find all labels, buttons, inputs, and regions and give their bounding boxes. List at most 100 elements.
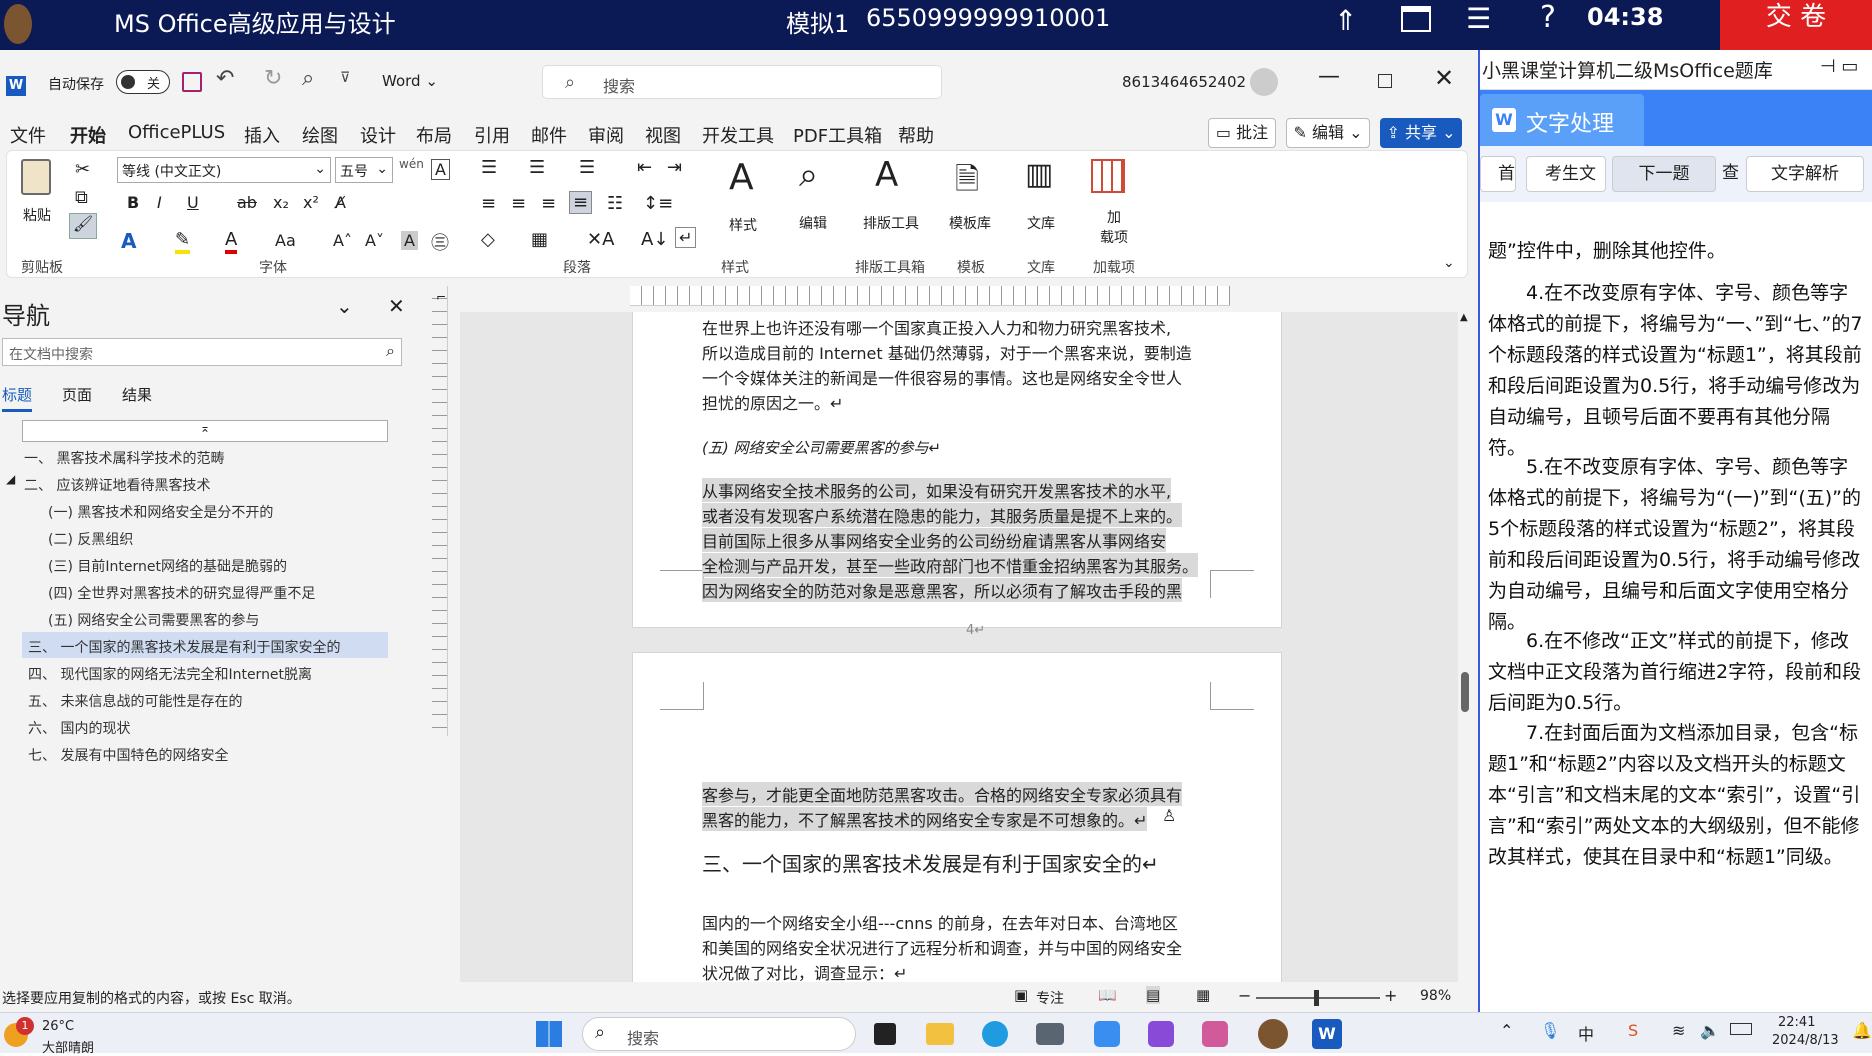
nav-tab-pages[interactable]: 页面 bbox=[62, 384, 92, 405]
zoom-level[interactable]: 98% bbox=[1420, 988, 1451, 1004]
search-icon[interactable]: ⌕ bbox=[302, 66, 314, 91]
bullets-icon[interactable]: ☰ bbox=[481, 157, 497, 178]
doc-heading-5[interactable]: (五) 网络安全公司需要黑客的参与↵ bbox=[702, 437, 941, 458]
focus-mode-icon[interactable]: ▣ bbox=[1014, 986, 1028, 1004]
doc-text-line[interactable]: 和美国的网络安全状况进行了远程分析和调查，并与中国的网络安全 bbox=[702, 935, 1182, 959]
start-button-icon[interactable] bbox=[536, 1021, 562, 1047]
layout-tool-icon[interactable]: A bbox=[875, 155, 898, 195]
justify-icon[interactable]: ≡ bbox=[569, 191, 593, 214]
doc-text-line[interactable]: 状况做了对比，调查显示：↵ bbox=[702, 960, 907, 984]
nav-search-icon[interactable]: ⌕ bbox=[386, 341, 395, 361]
notification-bell-icon[interactable]: 🔔 bbox=[1852, 1021, 1872, 1040]
clock-time[interactable]: 22:41 bbox=[1778, 1015, 1815, 1030]
shading-icon[interactable]: ◇ bbox=[481, 229, 495, 250]
tab-draw[interactable]: 绘图 bbox=[302, 122, 338, 148]
bold-icon[interactable]: B bbox=[127, 193, 139, 212]
doc-selected-line[interactable]: 目前国际上很多从事网络安全业务的公司纷纷雇请黑客从事网络安 bbox=[702, 528, 1167, 552]
shrink-font-icon[interactable]: A˅ bbox=[365, 231, 384, 250]
underline-icon[interactable]: U bbox=[187, 193, 199, 212]
close-icon[interactable]: ✕ bbox=[1434, 64, 1454, 92]
volume-icon[interactable]: 🔈 bbox=[1700, 1021, 1720, 1040]
subscript-icon[interactable]: x₂ bbox=[273, 193, 289, 212]
app-name-dropdown[interactable]: Word ⌄ bbox=[382, 72, 438, 90]
nav-subheading-2[interactable]: (二) 反黑组织 bbox=[48, 529, 133, 549]
decrease-indent-icon[interactable]: ⇤ bbox=[637, 157, 652, 178]
italic-icon[interactable]: I bbox=[157, 193, 162, 212]
wifi-icon[interactable]: ≋ bbox=[1672, 1021, 1685, 1040]
camera-icon[interactable] bbox=[1036, 1023, 1064, 1045]
align-center-icon[interactable]: ≡ bbox=[511, 193, 526, 214]
autosave-toggle[interactable]: 关 bbox=[116, 70, 170, 94]
nav-heading-2[interactable]: 二、 应该辨证地看待黑客技术 bbox=[24, 475, 210, 495]
window-icon[interactable] bbox=[1401, 6, 1431, 32]
show-marks-icon[interactable]: ↵ bbox=[675, 227, 697, 248]
share-button[interactable]: ⇪ 共享 ⌄ bbox=[1380, 118, 1462, 148]
sort-icon[interactable]: A↓ bbox=[641, 229, 668, 250]
edge-icon[interactable] bbox=[982, 1021, 1008, 1047]
zoom-slider[interactable] bbox=[1256, 990, 1380, 1006]
nav-options-icon[interactable]: ⌄ bbox=[336, 294, 353, 318]
tab-developer[interactable]: 开发工具 bbox=[702, 122, 774, 148]
doc-selected-line[interactable]: 因为网络安全的防范对象是恶意黑客，所以必须有了解攻击手段的黑 bbox=[702, 578, 1183, 602]
phonetic-guide-icon[interactable]: wén bbox=[399, 157, 424, 171]
tab-selector[interactable]: ⌐ bbox=[436, 290, 446, 304]
align-left-icon[interactable]: ≡ bbox=[481, 193, 496, 214]
nav-heading-4[interactable]: 四、 现代国家的网络无法完全和Internet脱离 bbox=[28, 664, 312, 684]
task-view-icon[interactable] bbox=[874, 1023, 896, 1045]
nav-heading-5[interactable]: 五、 未来信息战的可能性是存在的 bbox=[28, 691, 242, 711]
copy-icon[interactable]: ⧉ bbox=[75, 187, 88, 208]
title-search-box[interactable]: ⌕ 搜索 bbox=[542, 65, 942, 99]
align-right-icon[interactable]: ≡ bbox=[541, 193, 556, 214]
borders-icon[interactable]: ▦ bbox=[531, 229, 548, 250]
cut-icon[interactable]: ✂ bbox=[75, 159, 90, 180]
tab-mailings[interactable]: 邮件 bbox=[531, 122, 567, 148]
zoom-in-icon[interactable]: + bbox=[1384, 986, 1397, 1005]
app-avatar-icon[interactable] bbox=[1258, 1019, 1288, 1049]
paste-icon[interactable] bbox=[21, 159, 51, 195]
chinese-layout-icon[interactable]: ✕A bbox=[587, 229, 614, 250]
vertical-scrollbar[interactable]: ▲ ▼ bbox=[1458, 312, 1472, 1002]
edit-label[interactable]: 编辑 bbox=[799, 213, 827, 233]
distributed-icon[interactable]: ☷ bbox=[607, 193, 623, 214]
focus-label[interactable]: 专注 bbox=[1036, 988, 1064, 1008]
user-avatar[interactable] bbox=[1250, 68, 1278, 96]
template-icon[interactable]: 🗎 bbox=[955, 157, 979, 208]
grow-font-icon[interactable]: A˄ bbox=[333, 231, 352, 250]
zoom-out-icon[interactable]: − bbox=[1238, 986, 1251, 1005]
submit-button[interactable]: 交 卷 bbox=[1720, 0, 1872, 50]
up-arrows-icon[interactable]: ⇑ bbox=[1334, 4, 1357, 37]
nav-scroll-up[interactable]: ⌅ bbox=[22, 420, 388, 442]
tray-expand-icon[interactable]: ⌃ bbox=[1500, 1021, 1513, 1040]
tab-references[interactable]: 引用 bbox=[474, 122, 510, 148]
battery-icon[interactable] bbox=[1730, 1023, 1752, 1035]
doc-selected-line[interactable]: 黑客的能力，不了解黑客技术的网络安全专家是不可想象的。↵ bbox=[702, 807, 1148, 831]
nav-subheading-5[interactable]: (五) 网络安全公司需要黑客的参与 bbox=[48, 610, 259, 630]
microphone-icon[interactable]: 🎙 bbox=[1540, 1021, 1560, 1040]
doc-text-line[interactable]: 所以造成目前的 Internet 基础仍然薄弱，对于一个黑客来说，要制造 bbox=[702, 340, 1192, 364]
superscript-icon[interactable]: x² bbox=[303, 193, 319, 212]
highlight-icon[interactable]: ✎ bbox=[175, 229, 191, 254]
tray-app-icon[interactable]: S bbox=[1628, 1021, 1638, 1040]
strikethrough-icon[interactable]: ab bbox=[237, 193, 257, 212]
library-icon[interactable]: ▥ bbox=[1025, 157, 1053, 192]
collapse-ribbon-icon[interactable]: ⌄ bbox=[1443, 255, 1455, 271]
nav-heading-1[interactable]: 一、 黑客技术属科学技术的范畴 bbox=[24, 448, 224, 468]
find-icon[interactable]: ⌕ bbox=[799, 155, 818, 195]
numbering-icon[interactable]: ☰ bbox=[529, 157, 545, 178]
minimize-icon[interactable]: — bbox=[1318, 64, 1340, 89]
tab-insert[interactable]: 插入 bbox=[244, 122, 280, 148]
app-purple-icon[interactable] bbox=[1148, 1021, 1174, 1047]
format-painter-icon[interactable]: 🖌 bbox=[69, 213, 97, 239]
edit-mode-button[interactable]: ✎ 编辑 ⌄ bbox=[1286, 118, 1370, 148]
save-icon[interactable] bbox=[182, 72, 202, 92]
comment-button[interactable]: ▭ 批注 bbox=[1208, 118, 1276, 148]
change-case-icon[interactable]: Aa bbox=[275, 231, 296, 250]
clear-format-icon[interactable]: A̸ bbox=[335, 193, 346, 212]
template-label[interactable]: 模板库 bbox=[949, 213, 991, 233]
tab-officeplus[interactable]: OfficePLUS bbox=[128, 122, 225, 143]
snipping-tool-icon[interactable] bbox=[1202, 1021, 1228, 1047]
enclose-char-icon[interactable]: ㊂ bbox=[431, 229, 449, 255]
zoom-thumb[interactable] bbox=[1314, 990, 1319, 1006]
word-taskbar-icon[interactable]: W bbox=[1312, 1019, 1342, 1049]
help-icon[interactable]: ? bbox=[1540, 0, 1556, 35]
